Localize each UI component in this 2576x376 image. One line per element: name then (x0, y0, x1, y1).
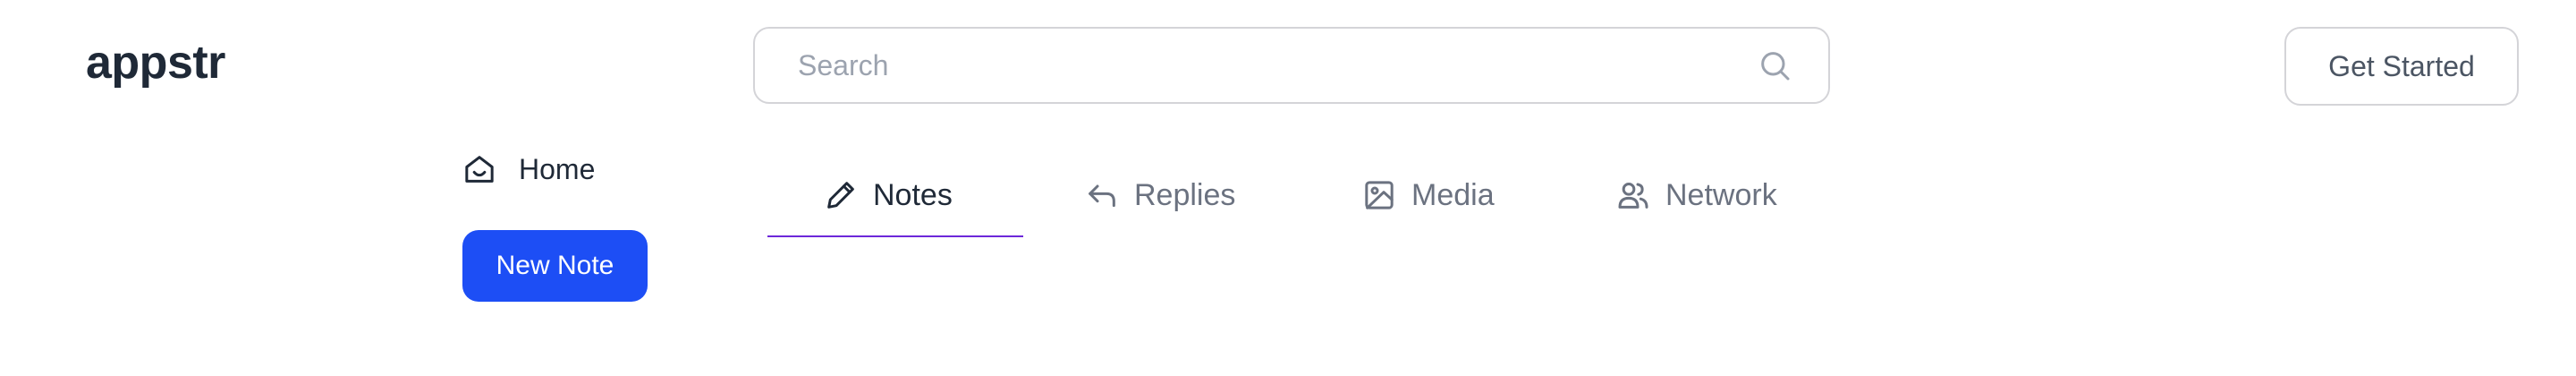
tab-label: Replies (1134, 177, 1236, 212)
users-icon (1615, 177, 1651, 213)
app-logo[interactable]: appstr (86, 36, 225, 90)
pencil-icon (823, 177, 859, 213)
reply-icon (1084, 177, 1120, 213)
sidebar-item-home[interactable]: Home (462, 150, 595, 188)
tab-notes[interactable]: Notes (823, 167, 953, 224)
active-tab-indicator (767, 235, 1023, 237)
tab-replies[interactable]: Replies (1084, 167, 1235, 224)
new-note-button[interactable]: New Note (462, 230, 648, 302)
tab-network[interactable]: Network (1615, 167, 1777, 224)
image-icon (1361, 177, 1397, 213)
tab-label: Media (1411, 177, 1495, 212)
get-started-button[interactable]: Get Started (2284, 27, 2519, 106)
search-bar[interactable] (753, 27, 1830, 104)
search-input[interactable] (796, 47, 1757, 83)
tab-label: Network (1665, 177, 1777, 212)
sidebar-item-label: Home (519, 152, 596, 185)
search-icon[interactable] (1757, 47, 1792, 83)
tab-media[interactable]: Media (1361, 167, 1495, 224)
tab-label: Notes (873, 177, 953, 212)
home-icon (462, 151, 497, 187)
